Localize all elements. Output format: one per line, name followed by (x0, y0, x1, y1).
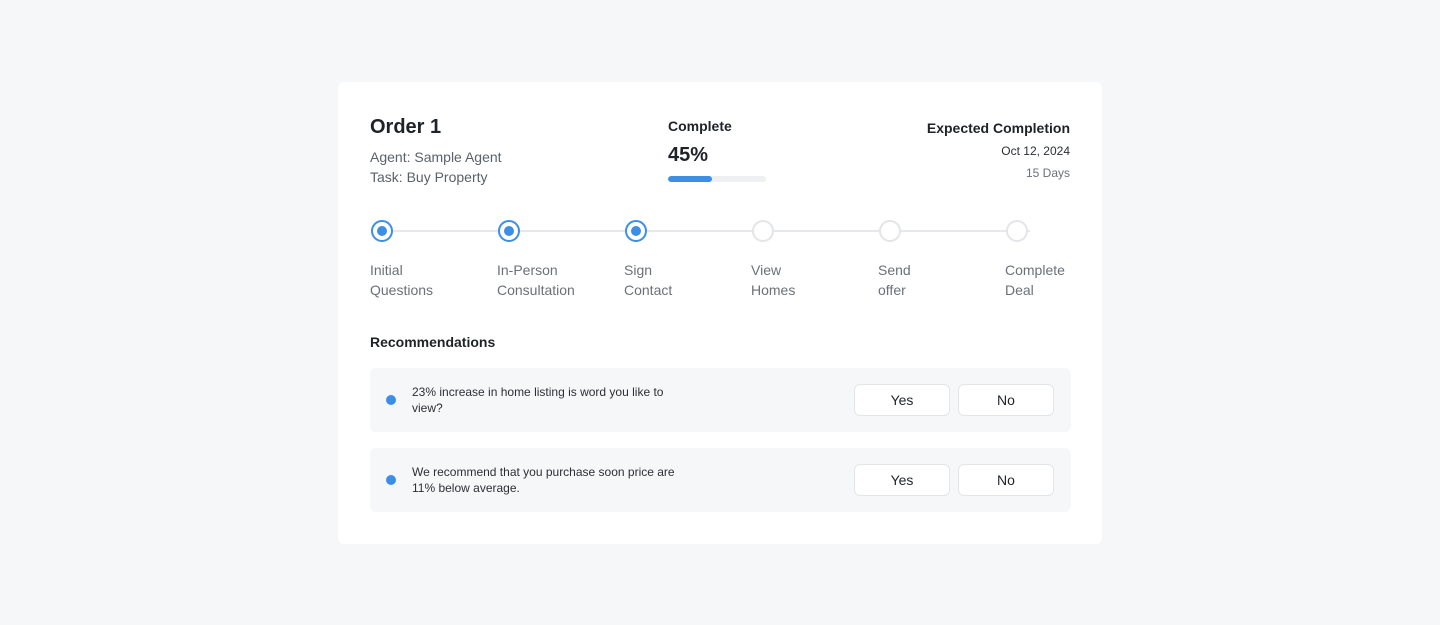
step-view-homes[interactable]: View Homes (751, 220, 871, 300)
yes-button[interactable]: Yes (854, 464, 950, 496)
step-dot (371, 220, 393, 242)
recommendation-text: 23% increase in home listing is word you… (412, 385, 664, 415)
complete-label: Complete (668, 118, 732, 134)
progress-stepper: Initial Questions In-Person Consultation S… (370, 220, 1070, 300)
step-dot (752, 220, 774, 242)
step-dot (1006, 220, 1028, 242)
expected-completion-days: 15 Days (1025, 166, 1070, 180)
complete-percent: 45% (668, 144, 709, 166)
step-in-person-consultation[interactable]: In-Person Consultation (497, 220, 617, 300)
recommendation-text: We recommend that you purchase soon pric… (412, 465, 675, 495)
step-complete-deal[interactable]: Complete Deal (1005, 220, 1075, 300)
task-label: Task: Buy Property (370, 169, 488, 185)
progress-bar (668, 176, 766, 182)
step-label: View Homes (751, 262, 796, 298)
step-dot (879, 220, 901, 242)
expected-completion-label: Expected Completion (926, 120, 1070, 136)
expected-completion-date: Oct 12, 2024 (1001, 144, 1070, 158)
agent-label: Agent: Sample Agent (370, 149, 502, 165)
step-label: Complete Deal (1005, 262, 1065, 298)
step-label: In-Person Consultation (497, 262, 575, 298)
order-title: Order 1 (370, 116, 442, 138)
step-label: Send offer (878, 262, 911, 298)
step-label: Sign Contact (624, 262, 673, 298)
step-dot (625, 220, 647, 242)
no-button[interactable]: No (958, 464, 1054, 496)
yes-button[interactable]: Yes (854, 384, 950, 416)
bullet-dot-icon (386, 475, 396, 485)
step-initial-questions[interactable]: Initial Questions (370, 220, 490, 300)
recommendation-item: We recommend that you purchase soon pric… (370, 448, 1071, 512)
recommendations-title: Recommendations (370, 334, 496, 350)
step-send-offer[interactable]: Send offer (878, 220, 998, 300)
step-sign-contact[interactable]: Sign Contact (624, 220, 744, 300)
step-label: Initial Questions (370, 262, 434, 298)
step-dot (498, 220, 520, 242)
order-card: Order 1 Agent: Sample Agent Task: Buy Pr… (338, 82, 1102, 544)
no-button[interactable]: No (958, 384, 1054, 416)
progress-bar-fill (668, 176, 713, 182)
recommendation-item: 23% increase in home listing is word you… (370, 368, 1071, 432)
bullet-dot-icon (386, 395, 396, 405)
